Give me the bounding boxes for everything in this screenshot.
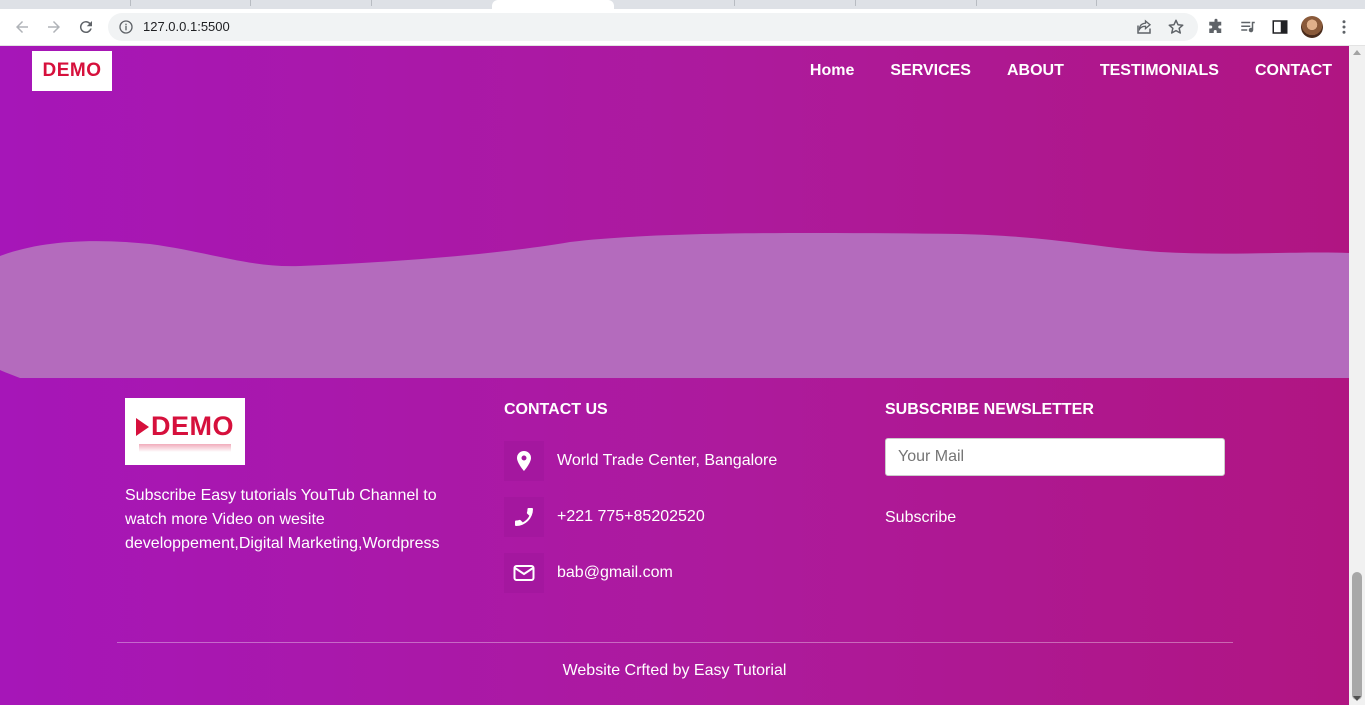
active-tab[interactable] [492,0,614,9]
nav-contact[interactable]: CONTACT [1255,62,1332,80]
scroll-up-arrow[interactable] [1353,50,1361,55]
tab-separator [250,0,251,6]
reload-icon [79,21,92,34]
email-icon [513,565,535,581]
logo-reflection [139,444,231,452]
address-text: World Trade Center, Bangalore [557,452,778,469]
sidepanel-icon[interactable] [1271,18,1289,36]
tab-separator [1096,0,1097,6]
nav-services[interactable]: SERVICES [890,62,971,80]
footer-credit: Website Crfted by Easy Tutorial [562,662,787,679]
phone-icon-box [504,497,544,537]
footer-divider [117,642,1233,643]
contact-address: World Trade Center, Bangalore [504,441,777,481]
back-icon [16,21,28,33]
tab-separator [371,0,372,6]
tab-separator [130,0,131,6]
browser-toolbar: 127.0.0.1:5500 [0,9,1365,46]
nav-home[interactable]: Home [810,62,854,80]
back-button[interactable] [10,15,34,39]
play-icon [136,417,149,436]
footer-logo[interactable]: DEMO [125,398,245,465]
location-icon [517,451,531,471]
location-icon-box [504,441,544,481]
scroll-down-arrow[interactable] [1353,696,1361,701]
star-icon[interactable] [1167,18,1185,36]
footer-logo-mark: DEMO [136,411,234,442]
phone-icon [515,508,533,526]
tab-separator [855,0,856,6]
forward-icon [48,21,60,33]
info-icon[interactable] [118,19,134,35]
logo-text: DEMO [42,60,102,81]
tab-separator [976,0,977,6]
footer-logo-text: DEMO [151,411,234,441]
mail-input[interactable] [885,438,1225,476]
phone-text: +221 775+85202520 [557,508,705,525]
page: DEMO Home SERVICES ABOUT TESTIMONIALS CO… [0,46,1349,705]
extensions-icon[interactable] [1207,18,1225,36]
forward-button[interactable] [42,15,66,39]
share-icon[interactable] [1135,18,1153,36]
media-icon[interactable] [1239,18,1257,36]
reload-button[interactable] [74,15,98,39]
header-logo[interactable]: DEMO [32,51,112,91]
nav-about[interactable]: ABOUT [1007,62,1064,80]
browser-tab-strip [0,0,1365,9]
menu-icon[interactable] [1335,18,1353,36]
tab-separator [734,0,735,6]
subscribe-button[interactable]: Subscribe [885,509,956,527]
address-bar[interactable]: 127.0.0.1:5500 [108,13,1198,41]
email-text: bab@gmail.com [557,564,673,581]
avatar[interactable] [1301,16,1323,38]
main-nav: Home SERVICES ABOUT TESTIMONIALS CONTACT [810,62,1332,80]
url-text: 127.0.0.1:5500 [143,19,230,34]
page-scrollbar[interactable] [1349,46,1365,705]
contact-email: bab@gmail.com [504,553,673,593]
nav-testimonials[interactable]: TESTIMONIALS [1100,62,1219,80]
newsletter-title: SUBSCRIBE NEWSLETTER [885,401,1094,418]
email-icon-box [504,553,544,593]
contact-title: CONTACT US [504,401,608,418]
scrollbar-thumb[interactable] [1352,572,1362,700]
contact-phone: +221 775+85202520 [504,497,705,537]
wave-divider [0,232,1349,378]
about-text: Subscribe Easy tutorials YouTub Channel … [125,487,440,552]
